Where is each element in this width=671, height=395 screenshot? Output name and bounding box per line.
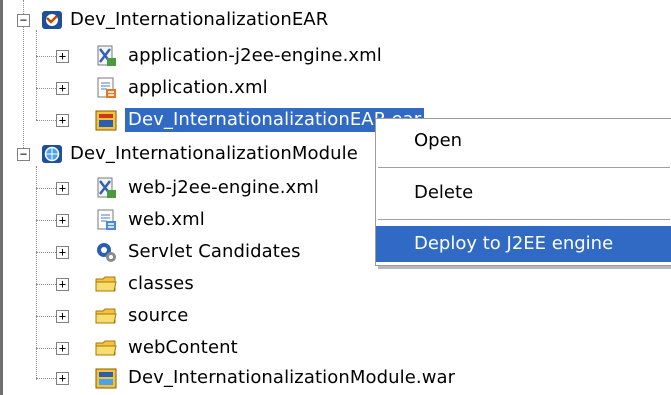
project-explorer-window: − Dev_InternationalizationEAR + applicat… bbox=[0, 0, 671, 395]
tree-item-label: source bbox=[128, 305, 189, 326]
expand-toggle[interactable]: + bbox=[56, 310, 69, 323]
folder-icon bbox=[95, 308, 117, 324]
tree-connector bbox=[36, 252, 56, 253]
xml-file-icon bbox=[97, 77, 116, 98]
tree-item-label: Dev_InternationalizationModule bbox=[70, 143, 358, 164]
tree-item-label: web.xml bbox=[128, 209, 205, 230]
tree-connector bbox=[36, 378, 56, 379]
menu-item-deploy-to-j2ee-engine[interactable]: Deploy to J2EE engine bbox=[376, 226, 671, 262]
tree-connector bbox=[36, 188, 56, 189]
expand-toggle[interactable]: + bbox=[56, 182, 69, 195]
collapse-toggle[interactable]: − bbox=[17, 14, 30, 27]
tree-item-label: application.xml bbox=[128, 77, 268, 98]
tree-item-label: Servlet Candidates bbox=[128, 241, 301, 262]
war-archive-icon bbox=[95, 368, 117, 389]
tree-item-label: classes bbox=[128, 273, 194, 294]
expand-toggle[interactable]: + bbox=[56, 214, 69, 227]
tree-item-label: web-j2ee-engine.xml bbox=[128, 177, 320, 198]
expand-toggle[interactable]: + bbox=[56, 372, 69, 385]
tree-connector bbox=[36, 316, 56, 317]
tree-item-label: application-j2ee-engine.xml bbox=[128, 45, 382, 66]
tree-connector bbox=[36, 120, 56, 121]
folder-icon bbox=[95, 340, 117, 356]
tree-connector bbox=[36, 56, 56, 57]
tree-item-label: webContent bbox=[128, 337, 238, 358]
j2ee-xml-icon bbox=[97, 45, 116, 66]
folder-icon bbox=[95, 276, 117, 292]
web-module-icon bbox=[42, 145, 62, 163]
expand-toggle[interactable]: + bbox=[56, 246, 69, 259]
menu-item-open[interactable]: Open bbox=[376, 123, 671, 159]
context-menu: Open Delete Deploy to J2EE engine bbox=[375, 118, 671, 266]
servlet-icon bbox=[97, 243, 116, 262]
tree-connector bbox=[36, 284, 56, 285]
xml-file-icon bbox=[97, 209, 116, 230]
collapse-toggle[interactable]: − bbox=[17, 148, 30, 161]
expand-toggle[interactable]: + bbox=[56, 278, 69, 291]
expand-toggle[interactable]: + bbox=[56, 82, 69, 95]
ear-project-icon bbox=[42, 11, 62, 29]
tree-item-label: Dev_InternationalizationEAR bbox=[70, 9, 329, 30]
tree-connector bbox=[36, 88, 56, 89]
expand-toggle[interactable]: + bbox=[56, 114, 69, 127]
tree-connector bbox=[36, 30, 37, 120]
menu-item-delete[interactable]: Delete bbox=[376, 175, 671, 211]
tree-item-label: Dev_InternationalizationModule.war bbox=[128, 367, 456, 388]
panel-border bbox=[0, 0, 3, 395]
menu-separator bbox=[378, 167, 670, 168]
tree-connector bbox=[36, 220, 56, 221]
ear-archive-icon bbox=[95, 110, 117, 131]
tree-connector bbox=[36, 348, 56, 349]
j2ee-xml-icon bbox=[97, 177, 116, 198]
menu-separator bbox=[378, 219, 670, 220]
expand-toggle[interactable]: + bbox=[56, 342, 69, 355]
expand-toggle[interactable]: + bbox=[56, 50, 69, 63]
